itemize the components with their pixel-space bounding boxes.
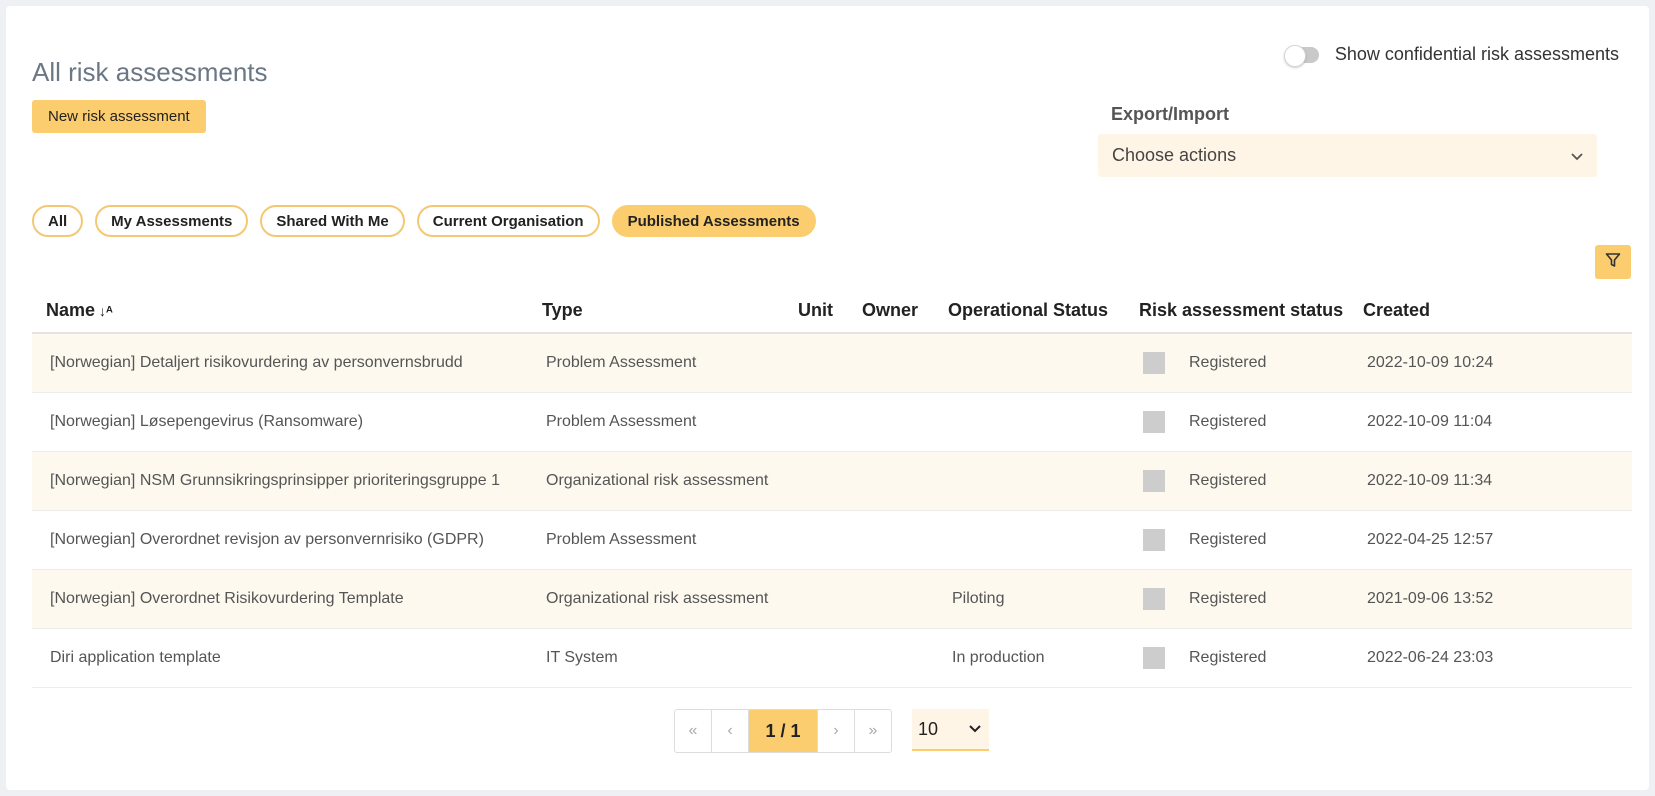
export-import-label: Export/Import: [1111, 104, 1230, 124]
sort-alpha-icon[interactable]: ↓ᴬ: [99, 303, 113, 319]
cell-owner: [848, 628, 934, 688]
pagination: « ‹ 1 / 1 › »: [674, 709, 892, 753]
status-color-box: [1143, 352, 1165, 374]
table-row[interactable]: [Norwegian] NSM Grunnsikringsprinsipper …: [32, 451, 1632, 511]
cell-operational-status: [934, 510, 1125, 570]
cell-name[interactable]: Diri application template: [32, 628, 528, 688]
cell-type: Organizational risk assessment: [528, 451, 784, 511]
cell-type: Problem Assessment: [528, 510, 784, 570]
status-text: Registered: [1189, 590, 1267, 607]
pill-current-organisation[interactable]: Current Organisation: [416, 205, 600, 237]
column-header-operational-status[interactable]: Operational Status: [934, 288, 1125, 334]
cell-owner: [848, 333, 934, 393]
table-row[interactable]: [Norwegian] Overordnet Risikovurdering T…: [32, 569, 1632, 629]
pagination-next-button[interactable]: ›: [818, 710, 855, 752]
filter-icon: [1605, 252, 1621, 273]
cell-risk-status: Registered: [1125, 569, 1349, 629]
status-color-box: [1143, 529, 1165, 551]
table-row[interactable]: [Norwegian] Overordnet revisjon av perso…: [32, 510, 1632, 570]
cell-unit: [784, 628, 848, 688]
cell-name[interactable]: [Norwegian] Overordnet Risikovurdering T…: [32, 569, 528, 629]
table-row[interactable]: [Norwegian] Detaljert risikovurdering av…: [32, 333, 1632, 393]
cell-created: 2022-06-24 23:03: [1349, 628, 1632, 688]
table-header-row: Name ↓ᴬ Type Unit Owner Operational Statu…: [32, 288, 1632, 334]
cell-type: Organizational risk assessment: [528, 569, 784, 629]
cell-unit: [784, 392, 848, 452]
assessments-table: Name ↓ᴬ Type Unit Owner Operational Statu…: [32, 288, 1632, 688]
table-row[interactable]: Diri application template IT System In p…: [32, 628, 1632, 688]
cell-operational-status: [934, 451, 1125, 511]
status-color-box: [1143, 411, 1165, 433]
pill-my-assessments[interactable]: My Assessments: [95, 205, 249, 237]
cell-risk-status: Registered: [1125, 392, 1349, 452]
cell-owner: [848, 451, 934, 511]
column-header-owner[interactable]: Owner: [848, 288, 934, 334]
cell-unit: [784, 510, 848, 570]
cell-owner: [848, 392, 934, 452]
main-card: All risk assessments Show confidential r…: [6, 6, 1649, 790]
pill-all[interactable]: All: [32, 205, 84, 237]
pagination-prev-button[interactable]: ‹: [712, 710, 749, 752]
cell-name[interactable]: [Norwegian] NSM Grunnsikringsprinsipper …: [32, 451, 528, 511]
cell-operational-status: [934, 333, 1125, 393]
column-header-created[interactable]: Created: [1349, 288, 1632, 334]
page-title: All risk assessments: [32, 57, 268, 88]
status-text: Registered: [1189, 354, 1267, 371]
page-size-select[interactable]: 10: [912, 709, 989, 751]
status-text: Registered: [1189, 649, 1267, 666]
toggle-knob: [1283, 44, 1306, 67]
chevron-down-icon: [969, 720, 981, 738]
column-header-unit[interactable]: Unit: [784, 288, 848, 334]
status-text: Registered: [1189, 531, 1267, 548]
cell-risk-status: Registered: [1125, 510, 1349, 570]
status-text: Registered: [1189, 472, 1267, 489]
cell-owner: [848, 569, 934, 629]
cell-operational-status: [934, 392, 1125, 452]
column-header-risk-status[interactable]: Risk assessment status: [1125, 288, 1349, 334]
cell-unit: [784, 333, 848, 393]
filter-pills: All My Assessments Shared With Me Curren…: [32, 205, 816, 237]
status-color-box: [1143, 588, 1165, 610]
table-row[interactable]: [Norwegian] Løsepengevirus (Ransomware) …: [32, 392, 1632, 452]
column-header-name[interactable]: Name ↓ᴬ: [32, 288, 528, 334]
cell-unit: [784, 569, 848, 629]
new-risk-assessment-button[interactable]: New risk assessment: [32, 100, 206, 133]
cell-name[interactable]: [Norwegian] Detaljert risikovurdering av…: [32, 333, 528, 393]
cell-owner: [848, 510, 934, 570]
cell-unit: [784, 451, 848, 511]
cell-type: IT System: [528, 628, 784, 688]
confidential-toggle-group: Show confidential risk assessments: [1283, 44, 1619, 67]
cell-operational-status: Piloting: [934, 569, 1125, 629]
pagination-current: 1 / 1: [749, 710, 818, 752]
filter-button[interactable]: [1595, 245, 1631, 279]
cell-created: 2022-10-09 11:34: [1349, 451, 1632, 511]
cell-risk-status: Registered: [1125, 628, 1349, 688]
confidential-toggle[interactable]: [1283, 44, 1319, 67]
confidential-toggle-label: Show confidential risk assessments: [1334, 44, 1619, 64]
cell-created: 2022-10-09 10:24: [1349, 333, 1632, 393]
page-size-value: 10: [918, 718, 939, 739]
cell-created: 2022-04-25 12:57: [1349, 510, 1632, 570]
pill-published-assessments[interactable]: Published Assessments: [611, 205, 816, 237]
export-import-select[interactable]: Choose actions: [1098, 134, 1597, 177]
cell-operational-status: In production: [934, 628, 1125, 688]
cell-risk-status: Registered: [1125, 333, 1349, 393]
cell-name[interactable]: [Norwegian] Overordnet revisjon av perso…: [32, 510, 528, 570]
chevron-down-icon: [1571, 148, 1583, 164]
column-header-type[interactable]: Type: [528, 288, 784, 334]
cell-risk-status: Registered: [1125, 451, 1349, 511]
status-color-box: [1143, 470, 1165, 492]
cell-created: 2021-09-06 13:52: [1349, 569, 1632, 629]
cell-name[interactable]: [Norwegian] Løsepengevirus (Ransomware): [32, 392, 528, 452]
cell-created: 2022-10-09 11:04: [1349, 392, 1632, 452]
cell-type: Problem Assessment: [528, 333, 784, 393]
pill-shared-with-me[interactable]: Shared With Me: [260, 205, 405, 237]
status-color-box: [1143, 647, 1165, 669]
pagination-first-button[interactable]: «: [675, 710, 712, 752]
pagination-last-button[interactable]: »: [855, 710, 891, 752]
status-text: Registered: [1189, 413, 1267, 430]
export-select-value: Choose actions: [1112, 145, 1237, 165]
cell-type: Problem Assessment: [528, 392, 784, 452]
